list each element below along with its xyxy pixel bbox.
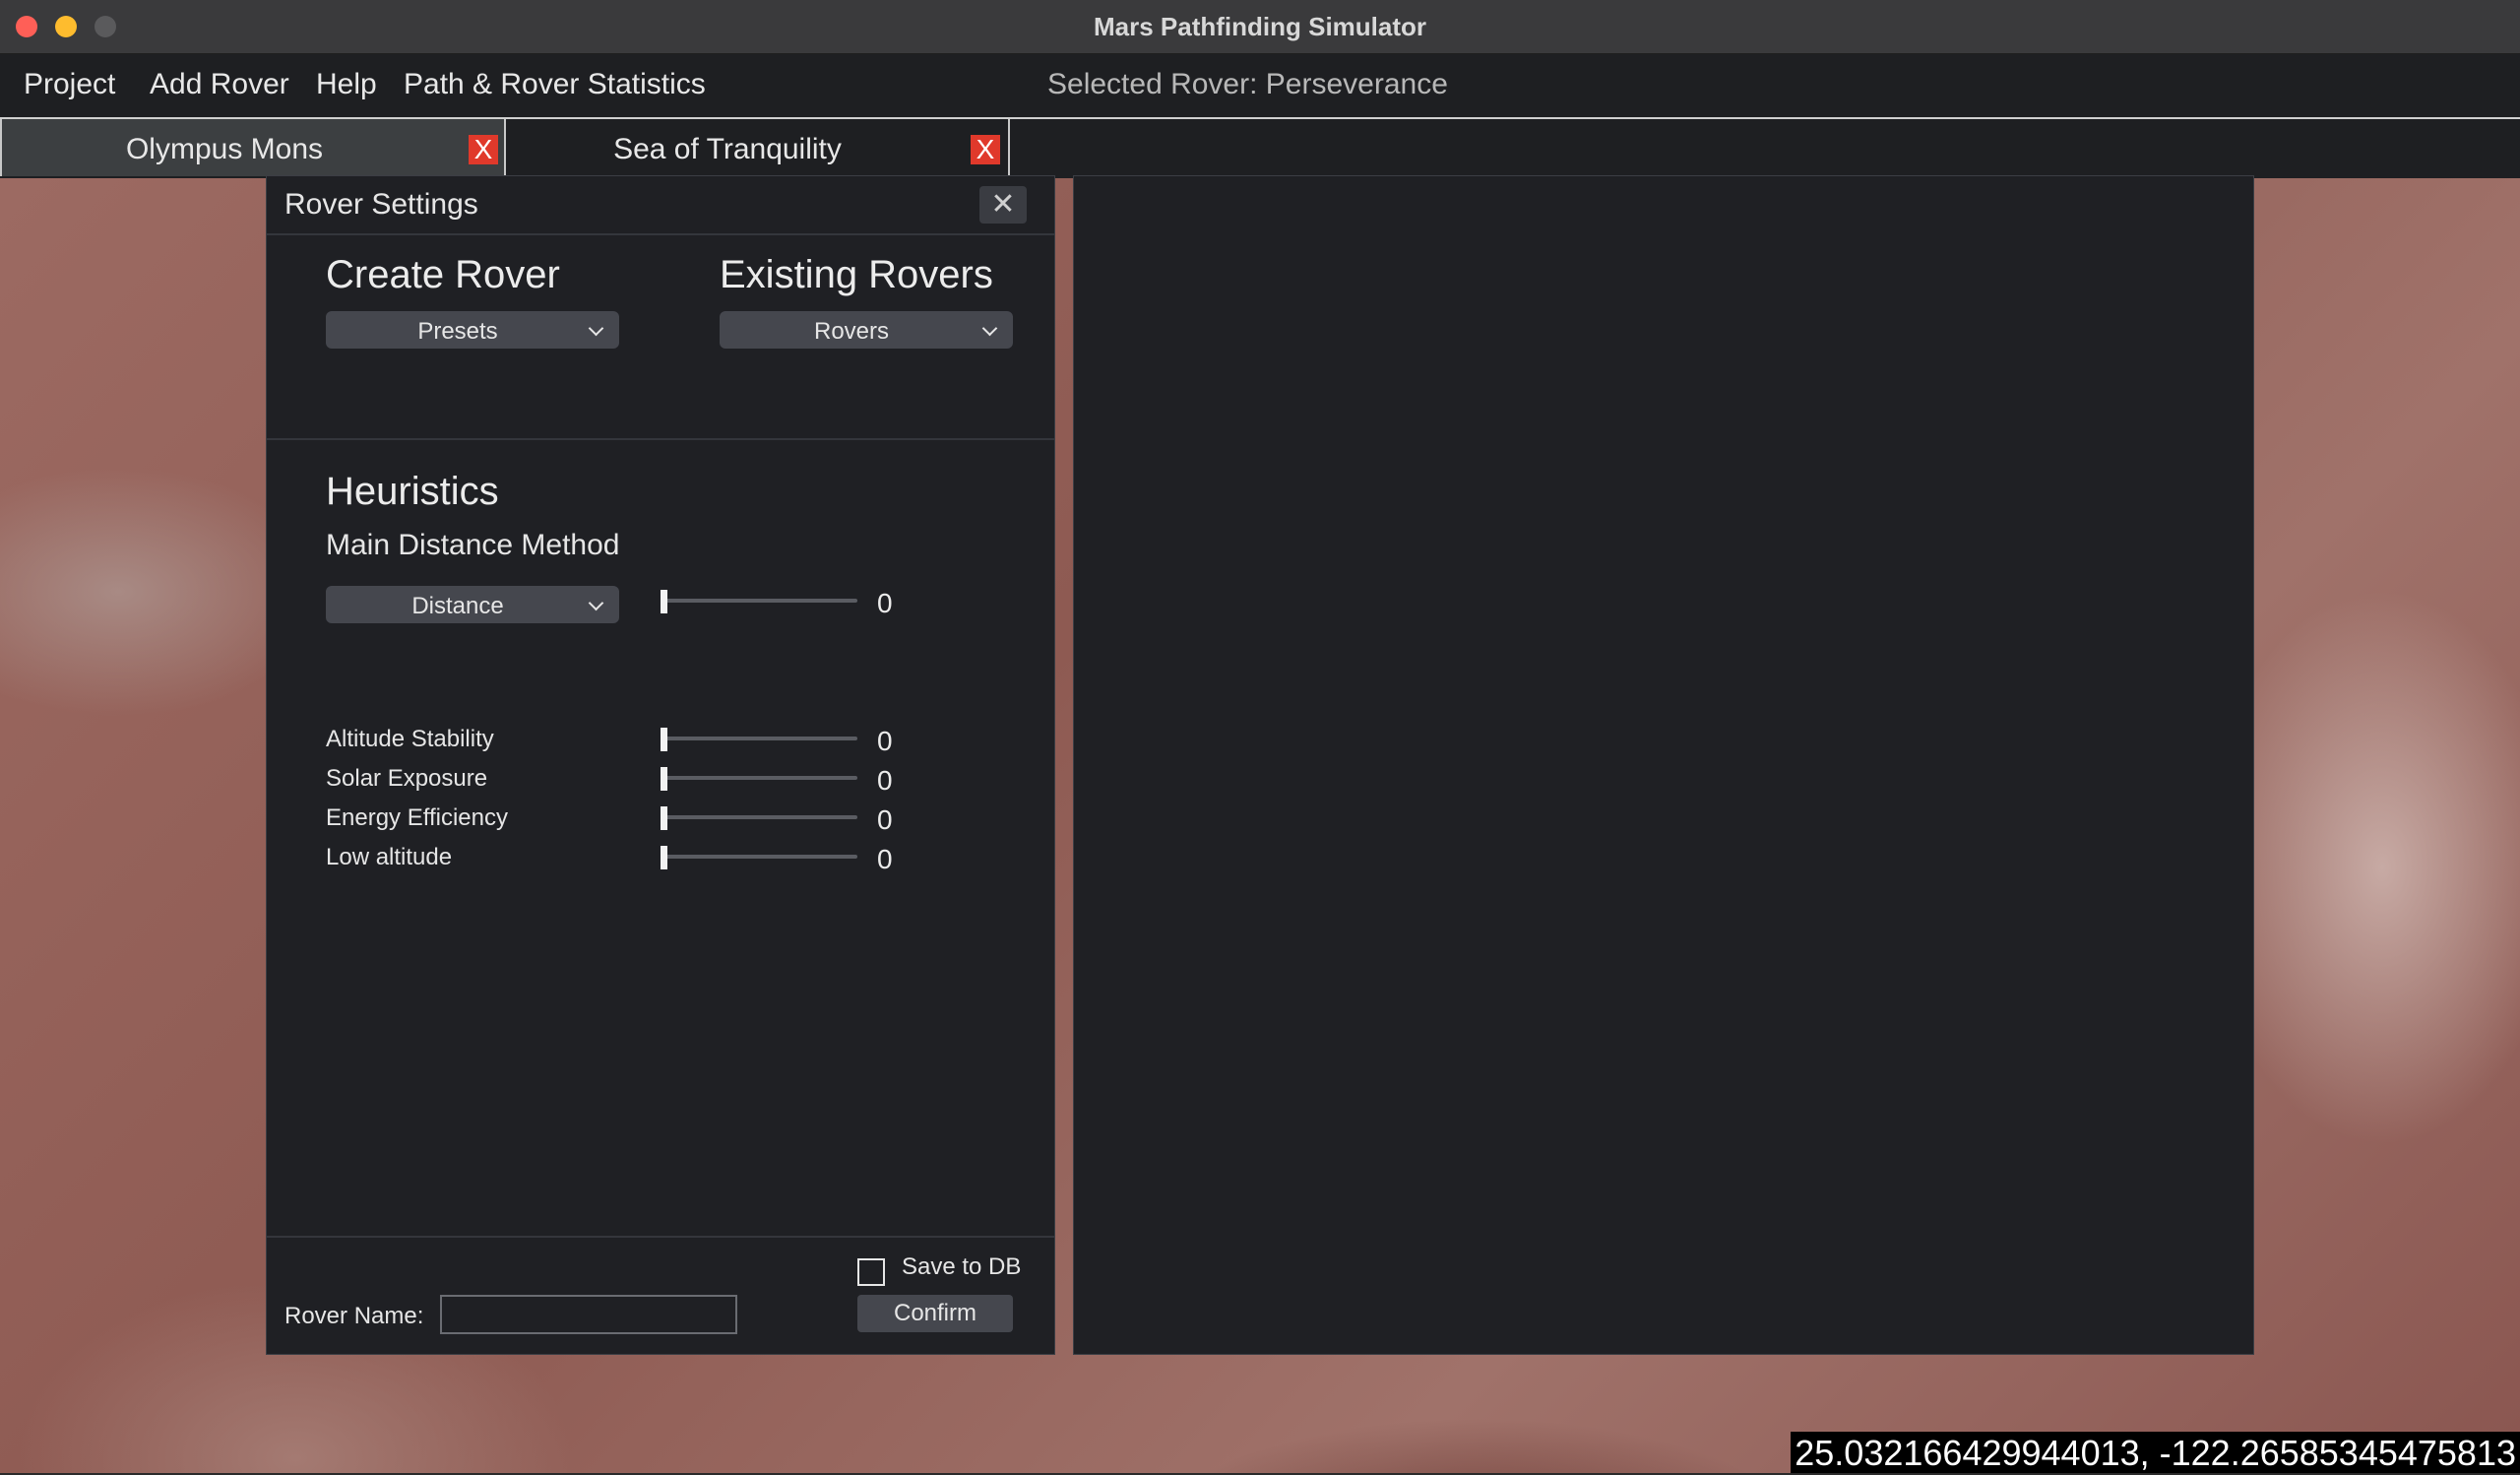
slider-track: [661, 737, 857, 740]
coordinates-readout: 25.032166429944013, -122.26585345475813: [1791, 1432, 2520, 1473]
rover-name-input[interactable]: [440, 1295, 737, 1334]
title-bar: Mars Pathfinding Simulator: [0, 0, 2520, 54]
slider-track: [661, 855, 857, 859]
tab-sea-of-tranquility[interactable]: Sea of Tranquility X: [504, 119, 1010, 176]
presets-dropdown[interactable]: Presets: [326, 311, 619, 349]
altitude-stability-slider[interactable]: [661, 728, 857, 751]
chevron-down-icon: [981, 320, 998, 337]
tab-bar: Olympus Mons X Sea of Tranquility X: [0, 119, 2520, 178]
slider-track: [661, 599, 857, 603]
rovers-dropdown[interactable]: Rovers: [720, 311, 1013, 349]
tab-label: Olympus Mons: [125, 133, 324, 165]
menu-bar: Project Add Rover Help Path & Rover Stat…: [0, 54, 2520, 119]
menu-project[interactable]: Project: [24, 68, 115, 101]
menu-path-rover-statistics[interactable]: Path & Rover Statistics: [404, 68, 706, 101]
chevron-down-icon: [588, 595, 604, 611]
chevron-down-icon: [588, 320, 604, 337]
low-altitude-value: 0: [877, 844, 893, 874]
altitude-stability-value: 0: [877, 726, 893, 756]
energy-efficiency-label: Energy Efficiency: [326, 804, 508, 831]
solar-exposure-label: Solar Exposure: [326, 765, 488, 792]
slider-track: [661, 815, 857, 819]
save-to-db-label: Save to DB: [902, 1253, 1022, 1280]
dropdown-label: Distance: [411, 593, 504, 619]
panel-header: Rover Settings ✕: [267, 176, 1054, 235]
low-altitude-slider[interactable]: [661, 846, 857, 869]
statistics-panel: [1073, 175, 2254, 1355]
rover-settings-panel: Rover Settings ✕ Create Rover Presets Ex…: [266, 175, 1055, 1355]
create-rover-heading: Create Rover: [326, 253, 560, 296]
dropdown-label: Rovers: [813, 318, 890, 345]
tab-close-icon[interactable]: X: [971, 135, 1000, 164]
main-distance-slider[interactable]: [661, 590, 857, 613]
tab-close-icon[interactable]: X: [469, 135, 498, 164]
energy-efficiency-slider[interactable]: [661, 806, 857, 830]
slider-thumb[interactable]: [661, 728, 667, 751]
slider-thumb[interactable]: [661, 806, 667, 830]
slider-thumb[interactable]: [661, 846, 667, 869]
confirm-button[interactable]: Confirm: [857, 1295, 1013, 1332]
window-title: Mars Pathfinding Simulator: [1093, 12, 1427, 41]
save-to-db-checkbox[interactable]: [857, 1258, 885, 1286]
slider-thumb[interactable]: [661, 590, 667, 613]
selected-rover-label: Selected Rover: Perseverance: [1047, 68, 1448, 100]
main-distance-method-label: Main Distance Method: [326, 529, 620, 561]
altitude-stability-label: Altitude Stability: [326, 726, 494, 752]
footer-divider: [267, 1236, 1054, 1238]
tab-olympus-mons[interactable]: Olympus Mons X: [0, 119, 508, 176]
heuristics-heading: Heuristics: [326, 470, 499, 513]
rover-name-label: Rover Name:: [284, 1303, 424, 1329]
panel-title: Rover Settings: [284, 188, 478, 221]
close-icon[interactable]: ✕: [979, 186, 1027, 224]
menu-add-rover[interactable]: Add Rover: [150, 68, 289, 101]
tab-label: Sea of Tranquility: [613, 133, 842, 165]
slider-thumb[interactable]: [661, 767, 667, 791]
solar-exposure-value: 0: [877, 765, 893, 796]
solar-exposure-slider[interactable]: [661, 767, 857, 791]
slider-track: [661, 776, 857, 780]
section-divider: [267, 438, 1054, 440]
dropdown-label: Presets: [417, 318, 498, 345]
existing-rovers-heading: Existing Rovers: [720, 253, 993, 296]
distance-method-dropdown[interactable]: Distance: [326, 586, 619, 623]
menu-help[interactable]: Help: [316, 68, 377, 101]
energy-efficiency-value: 0: [877, 804, 893, 835]
low-altitude-label: Low altitude: [326, 844, 453, 870]
main-distance-value: 0: [877, 588, 893, 618]
